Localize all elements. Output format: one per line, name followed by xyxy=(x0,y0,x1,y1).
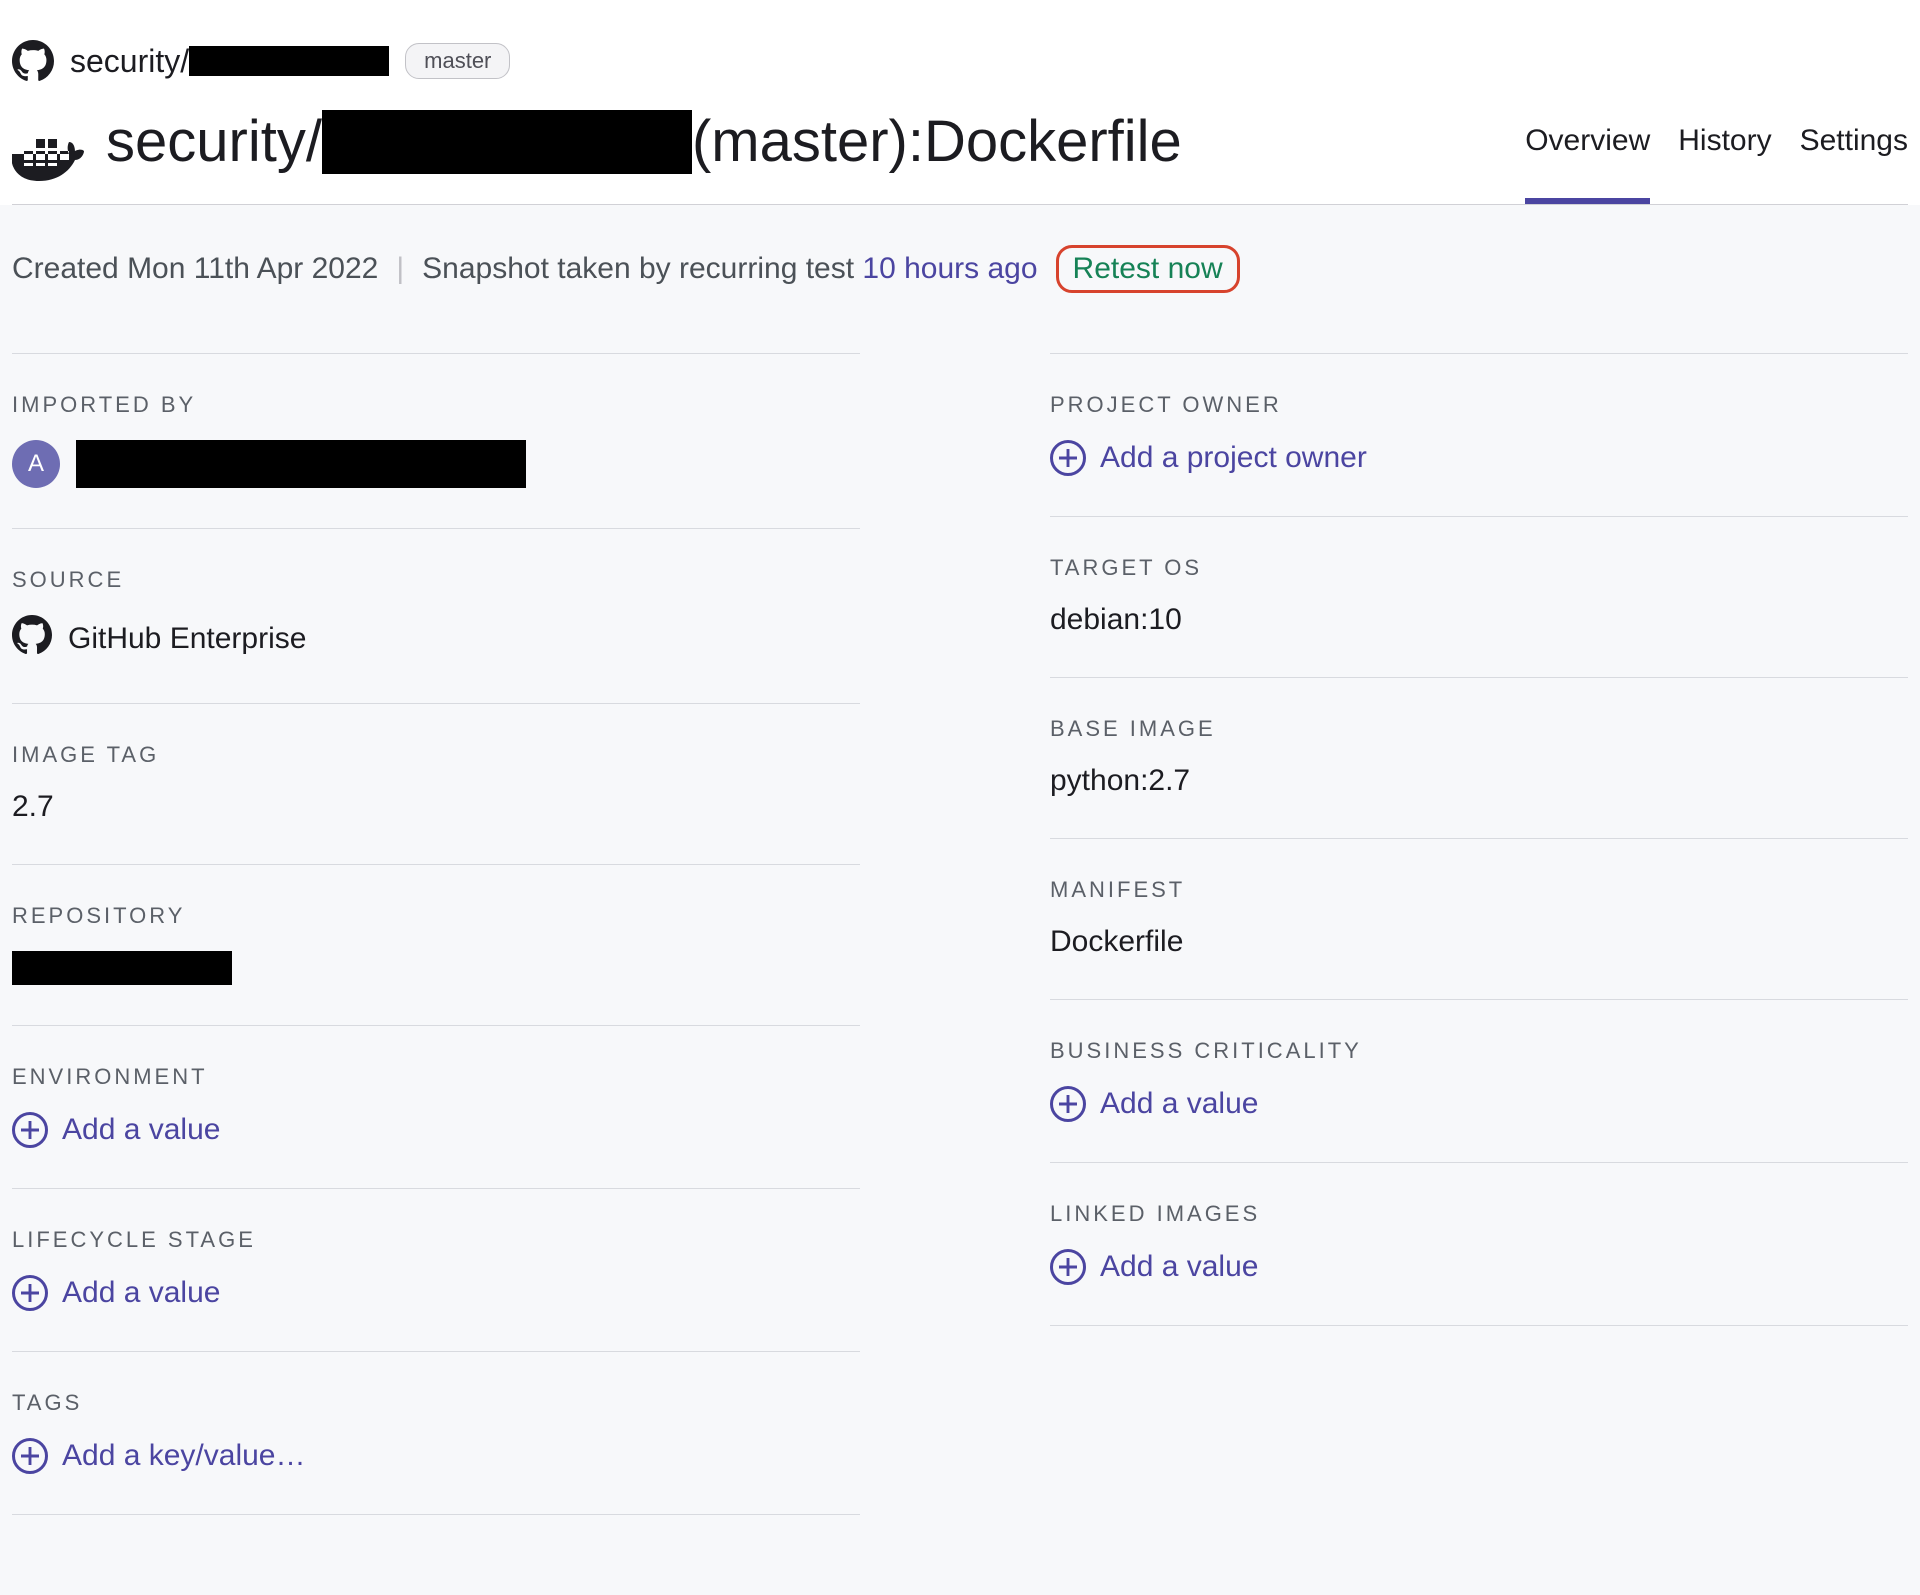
field-imported-by: IMPORTED BY A xyxy=(12,353,860,528)
plus-icon xyxy=(1050,1249,1086,1285)
base-image-value: python:2.7 xyxy=(1050,764,1908,798)
linked-images-label: LINKED IMAGES xyxy=(1050,1201,1908,1227)
redacted-username xyxy=(76,440,526,488)
plus-icon xyxy=(12,1275,48,1311)
target-os-value: debian:10 xyxy=(1050,603,1908,637)
tags-label: TAGS xyxy=(12,1390,860,1416)
breadcrumb-path[interactable]: security/ xyxy=(70,43,389,80)
title-suffix: (master):Dockerfile xyxy=(692,110,1182,174)
field-lifecycle: LIFECYCLE STAGE Add a value xyxy=(12,1188,860,1351)
breadcrumb: security/ master xyxy=(12,40,1908,82)
branch-chip[interactable]: master xyxy=(405,43,510,79)
plus-icon xyxy=(12,1438,48,1474)
redacted-repo-name xyxy=(189,46,389,76)
docker-icon xyxy=(12,129,84,185)
tab-overview[interactable]: Overview xyxy=(1525,124,1650,204)
avatar: A xyxy=(12,440,60,488)
github-icon xyxy=(12,40,54,82)
title-prefix: security/ xyxy=(106,110,322,174)
add-lifecycle-button[interactable]: Add a value xyxy=(12,1275,860,1311)
field-target-os: TARGET OS debian:10 xyxy=(1050,516,1908,677)
target-os-label: TARGET OS xyxy=(1050,555,1908,581)
field-environment: ENVIRONMENT Add a value xyxy=(12,1025,860,1188)
project-owner-label: PROJECT OWNER xyxy=(1050,392,1908,418)
field-project-owner: PROJECT OWNER Add a project owner xyxy=(1050,353,1908,516)
plus-icon xyxy=(12,1112,48,1148)
github-icon xyxy=(12,615,52,663)
tabs: Overview History Settings xyxy=(1525,124,1908,204)
field-business-criticality: BUSINESS CRITICALITY Add a value xyxy=(1050,999,1908,1162)
plus-icon xyxy=(1050,1086,1086,1122)
redacted-title xyxy=(322,110,692,174)
meta-row: Created Mon 11th Apr 2022 | Snapshot tak… xyxy=(12,245,1908,293)
repository-label: REPOSITORY xyxy=(12,903,860,929)
imported-by-label: IMPORTED BY xyxy=(12,392,860,418)
tab-history[interactable]: History xyxy=(1678,124,1771,204)
business-crit-label: BUSINESS CRITICALITY xyxy=(1050,1038,1908,1064)
add-project-owner-button[interactable]: Add a project owner xyxy=(1050,440,1908,476)
field-source: SOURCE GitHub Enterprise xyxy=(12,528,860,703)
snapshot-text: Snapshot taken by recurring test 10 hour… xyxy=(422,252,1037,286)
snapshot-time-link[interactable]: 10 hours ago xyxy=(862,252,1037,285)
plus-icon xyxy=(1050,440,1086,476)
page-title: security/ (master):Dockerfile xyxy=(106,110,1182,204)
image-tag-value: 2.7 xyxy=(12,790,860,824)
manifest-label: MANIFEST xyxy=(1050,877,1908,903)
field-repository: REPOSITORY xyxy=(12,864,860,1025)
base-image-label: BASE IMAGE xyxy=(1050,716,1908,742)
add-tags-button[interactable]: Add a key/value… xyxy=(12,1438,860,1474)
add-linked-images-button[interactable]: Add a value xyxy=(1050,1249,1908,1285)
redacted-repository xyxy=(12,951,232,985)
separator: | xyxy=(396,252,404,286)
source-label: SOURCE xyxy=(12,567,860,593)
retest-button[interactable]: Retest now xyxy=(1056,245,1240,293)
manifest-value: Dockerfile xyxy=(1050,925,1908,959)
field-image-tag: IMAGE TAG 2.7 xyxy=(12,703,860,864)
created-date: Created Mon 11th Apr 2022 xyxy=(12,252,378,286)
field-tags: TAGS Add a key/value… xyxy=(12,1351,860,1515)
source-value: GitHub Enterprise xyxy=(68,622,306,656)
lifecycle-label: LIFECYCLE STAGE xyxy=(12,1227,860,1253)
tab-settings[interactable]: Settings xyxy=(1800,124,1908,204)
field-linked-images: LINKED IMAGES Add a value xyxy=(1050,1162,1908,1326)
field-base-image: BASE IMAGE python:2.7 xyxy=(1050,677,1908,838)
environment-label: ENVIRONMENT xyxy=(12,1064,860,1090)
breadcrumb-prefix: security/ xyxy=(70,43,189,80)
field-manifest: MANIFEST Dockerfile xyxy=(1050,838,1908,999)
image-tag-label: IMAGE TAG xyxy=(12,742,860,768)
add-environment-button[interactable]: Add a value xyxy=(12,1112,860,1148)
add-business-crit-button[interactable]: Add a value xyxy=(1050,1086,1908,1122)
